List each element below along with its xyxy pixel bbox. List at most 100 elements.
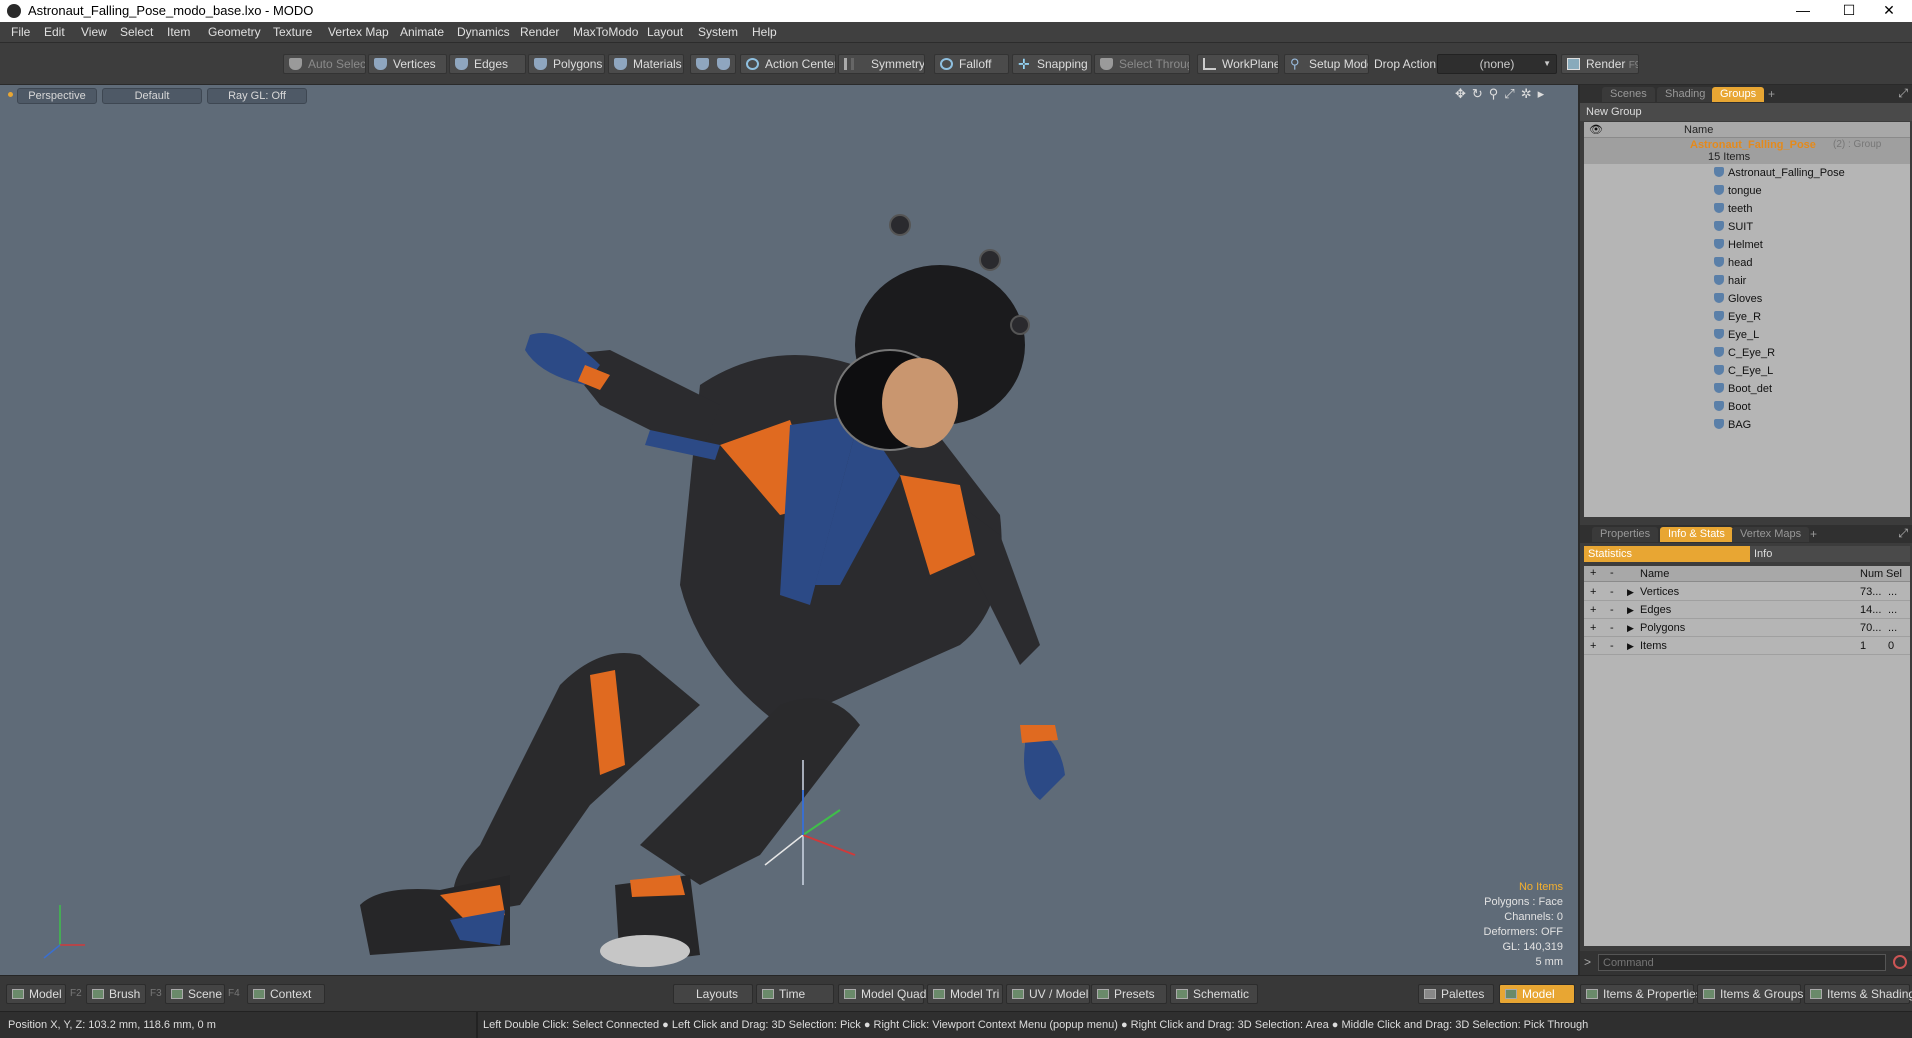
scene-layout-button[interactable]: Scene (165, 984, 225, 1004)
add-icon[interactable]: + (1590, 637, 1596, 655)
tab-properties[interactable]: Properties (1592, 527, 1659, 542)
model-layout-button[interactable]: Model (6, 984, 66, 1004)
group-item[interactable]: Helmet (1714, 238, 1763, 253)
3d-viewport[interactable]: Perspective Default Ray GL: Off ✥↻⚲⤢✲▸ N… (0, 85, 1578, 975)
items-properties-button[interactable]: Items & Properties (1580, 984, 1702, 1004)
menu-texture[interactable]: Texture (273, 25, 312, 39)
remove-icon[interactable]: - (1610, 619, 1614, 637)
tab-groups[interactable]: Groups (1712, 87, 1765, 102)
brush-layout-button[interactable]: Brush (86, 984, 146, 1004)
drop-action-select[interactable]: (none) ▼ (1437, 54, 1557, 74)
stat-row[interactable]: + - ▶ Edges 14...... (1584, 601, 1910, 619)
tab-shading[interactable]: Shading (1657, 87, 1714, 102)
menu-geometry[interactable]: Geometry (208, 25, 261, 39)
info-subtab[interactable]: Info (1754, 546, 1772, 562)
palettes-button[interactable]: Palettes (1418, 984, 1494, 1004)
remove-icon[interactable]: - (1610, 637, 1614, 655)
menu-maxtomodo[interactable]: MaxToModo (573, 25, 638, 39)
time-button[interactable]: Time (756, 984, 834, 1004)
menu-file[interactable]: File (11, 25, 30, 39)
stat-row[interactable]: + - ▶ Polygons 70...... (1584, 619, 1910, 637)
polygons-button[interactable]: Polygons (528, 54, 605, 74)
group-item[interactable]: C_Eye_L (1714, 364, 1773, 379)
group-item[interactable]: tongue (1714, 184, 1762, 199)
close-button[interactable]: ✕ (1866, 0, 1912, 22)
group-item[interactable]: Eye_L (1714, 328, 1759, 343)
remove-icon[interactable]: - (1610, 601, 1614, 619)
snapping-button[interactable]: ✛ Snapping (1012, 54, 1092, 74)
menu-dynamics[interactable]: Dynamics (457, 25, 510, 39)
menu-system[interactable]: System (698, 25, 738, 39)
stat-row[interactable]: + - ▶ Vertices 73...... (1584, 583, 1910, 601)
add-icon[interactable]: + (1590, 583, 1596, 601)
visibility-icon[interactable]: 👁 (1589, 123, 1603, 136)
expand-arrow-icon[interactable]: ▶ (1627, 601, 1634, 619)
group-item[interactable]: Boot_det (1714, 382, 1772, 397)
expand-arrow-icon[interactable]: ▶ (1627, 583, 1634, 601)
group-item[interactable]: teeth (1714, 202, 1752, 217)
tab-info-stats[interactable]: Info & Stats (1660, 527, 1733, 542)
add-icon[interactable]: + (1590, 619, 1596, 637)
tab-scenes[interactable]: Scenes (1602, 87, 1655, 102)
presets-button[interactable]: Presets (1091, 984, 1167, 1004)
schematic-button[interactable]: Schematic (1170, 984, 1258, 1004)
model-tab-button[interactable]: Model (1499, 984, 1575, 1004)
menu-item[interactable]: Item (167, 25, 190, 39)
group-item[interactable]: hair (1714, 274, 1746, 289)
auto-select-button[interactable]: Auto Select (283, 54, 366, 74)
menu-vertex-map[interactable]: Vertex Map (328, 25, 389, 39)
group-item[interactable]: head (1714, 256, 1752, 271)
context-layout-button[interactable]: Context (247, 984, 325, 1004)
model-tri-button[interactable]: Model Tri (927, 984, 1003, 1004)
add-icon[interactable]: + (1590, 567, 1596, 579)
new-group-button[interactable]: New Group (1580, 103, 1912, 121)
model-quad-button[interactable]: Model Quad (838, 984, 926, 1004)
vertices-button[interactable]: Vertices (368, 54, 447, 74)
expand-arrow-icon[interactable]: ▶ (1627, 637, 1634, 655)
menu-view[interactable]: View (81, 25, 107, 39)
menu-layout[interactable]: Layout (647, 25, 683, 39)
add-tab-icon[interactable]: + (1768, 87, 1775, 101)
group-item[interactable]: Eye_R (1714, 310, 1761, 325)
uv-model-button[interactable]: UV / Model (1006, 984, 1090, 1004)
selection-sets-button[interactable] (690, 54, 736, 74)
remove-icon[interactable]: - (1610, 583, 1614, 601)
tab-vertex-maps[interactable]: Vertex Maps (1732, 527, 1810, 542)
render-button[interactable]: Render F9 (1561, 54, 1639, 74)
record-icon[interactable] (1893, 955, 1907, 969)
falloff-button[interactable]: Falloff (934, 54, 1009, 74)
action-center-button[interactable]: Action Center (740, 54, 836, 74)
expand-panel-icon[interactable]: ⤢ (1898, 86, 1908, 101)
menu-render[interactable]: Render (520, 25, 559, 39)
group-item[interactable]: Boot (1714, 400, 1751, 415)
minimize-button[interactable]: — (1780, 0, 1826, 22)
materials-button[interactable]: Materials (608, 54, 684, 74)
group-item[interactable]: BAG (1714, 418, 1751, 433)
expand-panel-icon[interactable]: ⤢ (1898, 526, 1908, 541)
symmetry-button[interactable]: Symmetry (838, 54, 925, 74)
menu-animate[interactable]: Animate (400, 25, 444, 39)
command-input[interactable] (1598, 954, 1886, 971)
items-shading-button[interactable]: Items & Shading (1804, 984, 1912, 1004)
select-through-button[interactable]: Select Through (1094, 54, 1190, 74)
add-tab-icon[interactable]: + (1810, 527, 1817, 541)
add-icon[interactable]: + (1590, 601, 1596, 619)
menu-select[interactable]: Select (120, 25, 153, 39)
layouts-button[interactable]: Layouts (673, 984, 753, 1004)
stat-row[interactable]: + - ▶ Items 1 0 (1584, 637, 1910, 655)
group-item[interactable]: Astronaut_Falling_Pose (1714, 166, 1845, 181)
menu-help[interactable]: Help (752, 25, 777, 39)
group-row[interactable]: Astronaut_Falling_Pose (2) : Group 15 It… (1584, 138, 1910, 164)
group-item[interactable]: C_Eye_R (1714, 346, 1775, 361)
render-icon (1567, 58, 1580, 70)
items-groups-button[interactable]: Items & Groups (1697, 984, 1803, 1004)
edges-button[interactable]: Edges (449, 54, 526, 74)
statistics-subtab[interactable]: Statistics (1584, 546, 1750, 562)
workplane-button[interactable]: WorkPlane (1197, 54, 1279, 74)
group-item[interactable]: Gloves (1714, 292, 1762, 307)
remove-icon[interactable]: - (1610, 567, 1614, 579)
setup-mode-button[interactable]: ⚲ Setup Mode (1284, 54, 1369, 74)
expand-arrow-icon[interactable]: ▶ (1627, 619, 1634, 637)
menu-edit[interactable]: Edit (44, 25, 65, 39)
group-item[interactable]: SUIT (1714, 220, 1753, 235)
